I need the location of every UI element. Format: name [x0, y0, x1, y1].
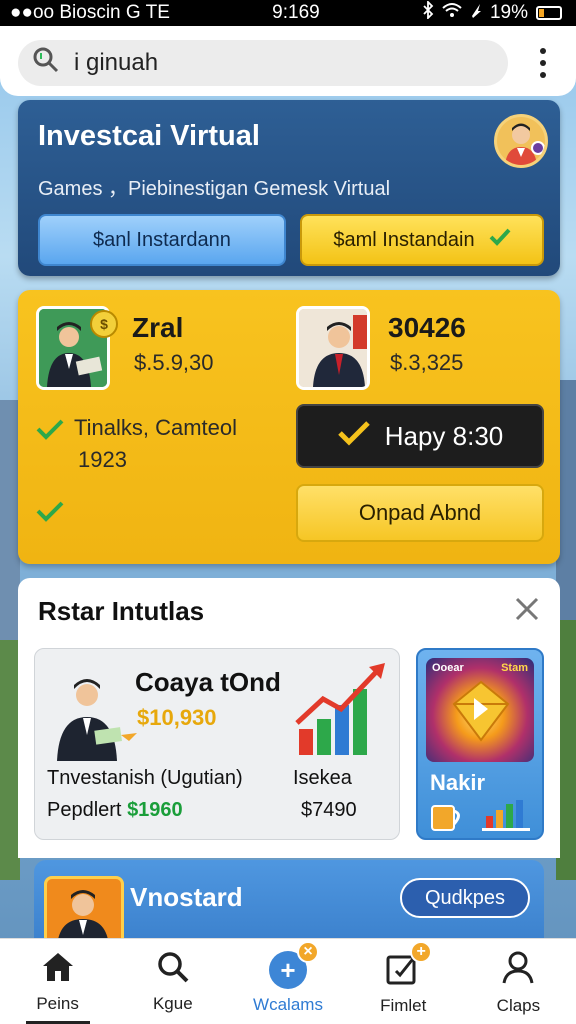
hero-title: Investcai Virtual [38, 120, 260, 152]
carrier-label: ●●oo Bioscin G TE [10, 2, 170, 23]
investor-amount-left: $.5.9,30 [134, 350, 214, 375]
checkmark-icon [489, 228, 511, 252]
investment-amount: $10,930 [137, 705, 217, 730]
tab-label: Wcalams [253, 995, 323, 1014]
tab-label: Kgue [152, 994, 193, 1013]
investor-card: $ Zral $.5.9,30 30426 $.3,325 Tinalks, C… [18, 290, 560, 564]
investor-figure-icon [47, 665, 139, 766]
checkmark-icon [36, 418, 64, 445]
tab-label: Peins [36, 994, 79, 1013]
instant-button-secondary-label: $aml Instandain [333, 228, 475, 251]
game-tag-left: Ooear [432, 662, 464, 674]
status-icons: 19% [422, 0, 562, 25]
investor-name-right: 30426 [388, 312, 466, 343]
bottom-tab-bar: Peins Kgue + × Wcalams + Fimlet Claps [0, 938, 576, 1024]
search-input[interactable]: i ginuah [18, 40, 508, 86]
hero-subtitle: Games ，Piebinestigan Gemesk Virtual [38, 178, 391, 200]
instant-button-primary[interactable]: $anl Instardann [38, 214, 286, 266]
promo-card[interactable]: Vnostard Qudkpes [34, 860, 544, 950]
game-name: Nakir [430, 770, 486, 795]
more-menu-icon[interactable] [538, 48, 548, 78]
game-artwork: Ooear Stam [426, 658, 534, 762]
game-tag-right: Stam [501, 662, 528, 674]
growth-chart-icon [293, 659, 389, 762]
promo-title: Vnostard [130, 882, 243, 912]
investment-card[interactable]: Coaya tOnd $10,930 Tnvestanish (Ugutian)… [34, 648, 400, 840]
happy-hour-label: Hapy 8:30 [384, 420, 504, 451]
close-icon[interactable] [514, 596, 540, 622]
tab-search[interactable]: Kgue [115, 939, 230, 1024]
promo-button[interactable]: Qudkpes [400, 878, 530, 918]
featured-panel: Rstar Intutlas Coaya tOnd $10,930 Tnvest… [18, 578, 560, 858]
investor-detail-line2: 1923 [78, 447, 127, 472]
location-icon [470, 2, 482, 24]
checkmark-icon [337, 420, 371, 453]
profile-icon [502, 951, 534, 990]
investment-secondary-value: $7490 [301, 799, 357, 821]
tab-label: Fimlet [380, 996, 427, 1015]
investment-name: Coaya tOnd [135, 667, 281, 697]
avatar-status-badge [531, 141, 545, 155]
status-bar: ●●oo Bioscin G TE 9:169 19% [0, 0, 576, 26]
investor-detail-line1: Tinalks, Camteol [74, 415, 238, 440]
tab-profile[interactable]: Claps [461, 939, 576, 1024]
edit-icon: + [386, 941, 433, 990]
bluetooth-icon [422, 0, 434, 25]
investor-amount-right: $.3,325 [390, 350, 464, 375]
app-header: i ginuah [0, 26, 576, 96]
investor-portrait-right[interactable] [296, 306, 370, 390]
plus-icon: + × [269, 941, 319, 989]
investment-type: Tnvestanish (Ugutian) [47, 767, 243, 789]
instant-button-secondary[interactable]: $aml Instandain [300, 214, 544, 266]
clock: 9:169 [272, 2, 320, 23]
home-icon [41, 951, 75, 988]
gem-icon [452, 680, 510, 747]
tab-home[interactable]: Peins [0, 939, 115, 1024]
tab-create[interactable]: + × Wcalams [230, 939, 345, 1024]
search-icon [32, 46, 74, 81]
search-icon [157, 951, 189, 988]
game-card[interactable]: Ooear Stam Nakir [416, 648, 544, 840]
mug-icon [430, 802, 464, 837]
onpad-button[interactable]: Onpad Abnd [296, 484, 544, 542]
tab-badge: × [297, 941, 319, 963]
battery-icon [536, 6, 562, 20]
user-avatar[interactable] [494, 114, 548, 168]
investment-profit: Pepdlert $1960 [47, 799, 183, 822]
checkmark-icon [36, 500, 64, 527]
wifi-icon [442, 2, 462, 24]
panel-title: Rstar Intutlas [38, 596, 205, 626]
battery-percent: 19% [489, 2, 528, 23]
search-value: i ginuah [74, 49, 159, 76]
hero-card: Investcai Virtual Games ，Piebinestigan G… [18, 100, 560, 276]
coin-icon: $ [90, 310, 118, 338]
bar-chart-icon [482, 798, 530, 837]
tab-label: Claps [496, 996, 541, 1015]
tab-edit[interactable]: + Fimlet [346, 939, 461, 1024]
investment-profit-label: Pepdlert [47, 799, 122, 821]
tab-badge: + [410, 941, 433, 963]
investment-profit-value: $1960 [127, 799, 183, 821]
happy-hour-button[interactable]: Hapy 8:30 [296, 404, 544, 468]
investment-secondary-label: Isekea [293, 767, 352, 789]
investor-name-left: Zral [132, 312, 184, 343]
